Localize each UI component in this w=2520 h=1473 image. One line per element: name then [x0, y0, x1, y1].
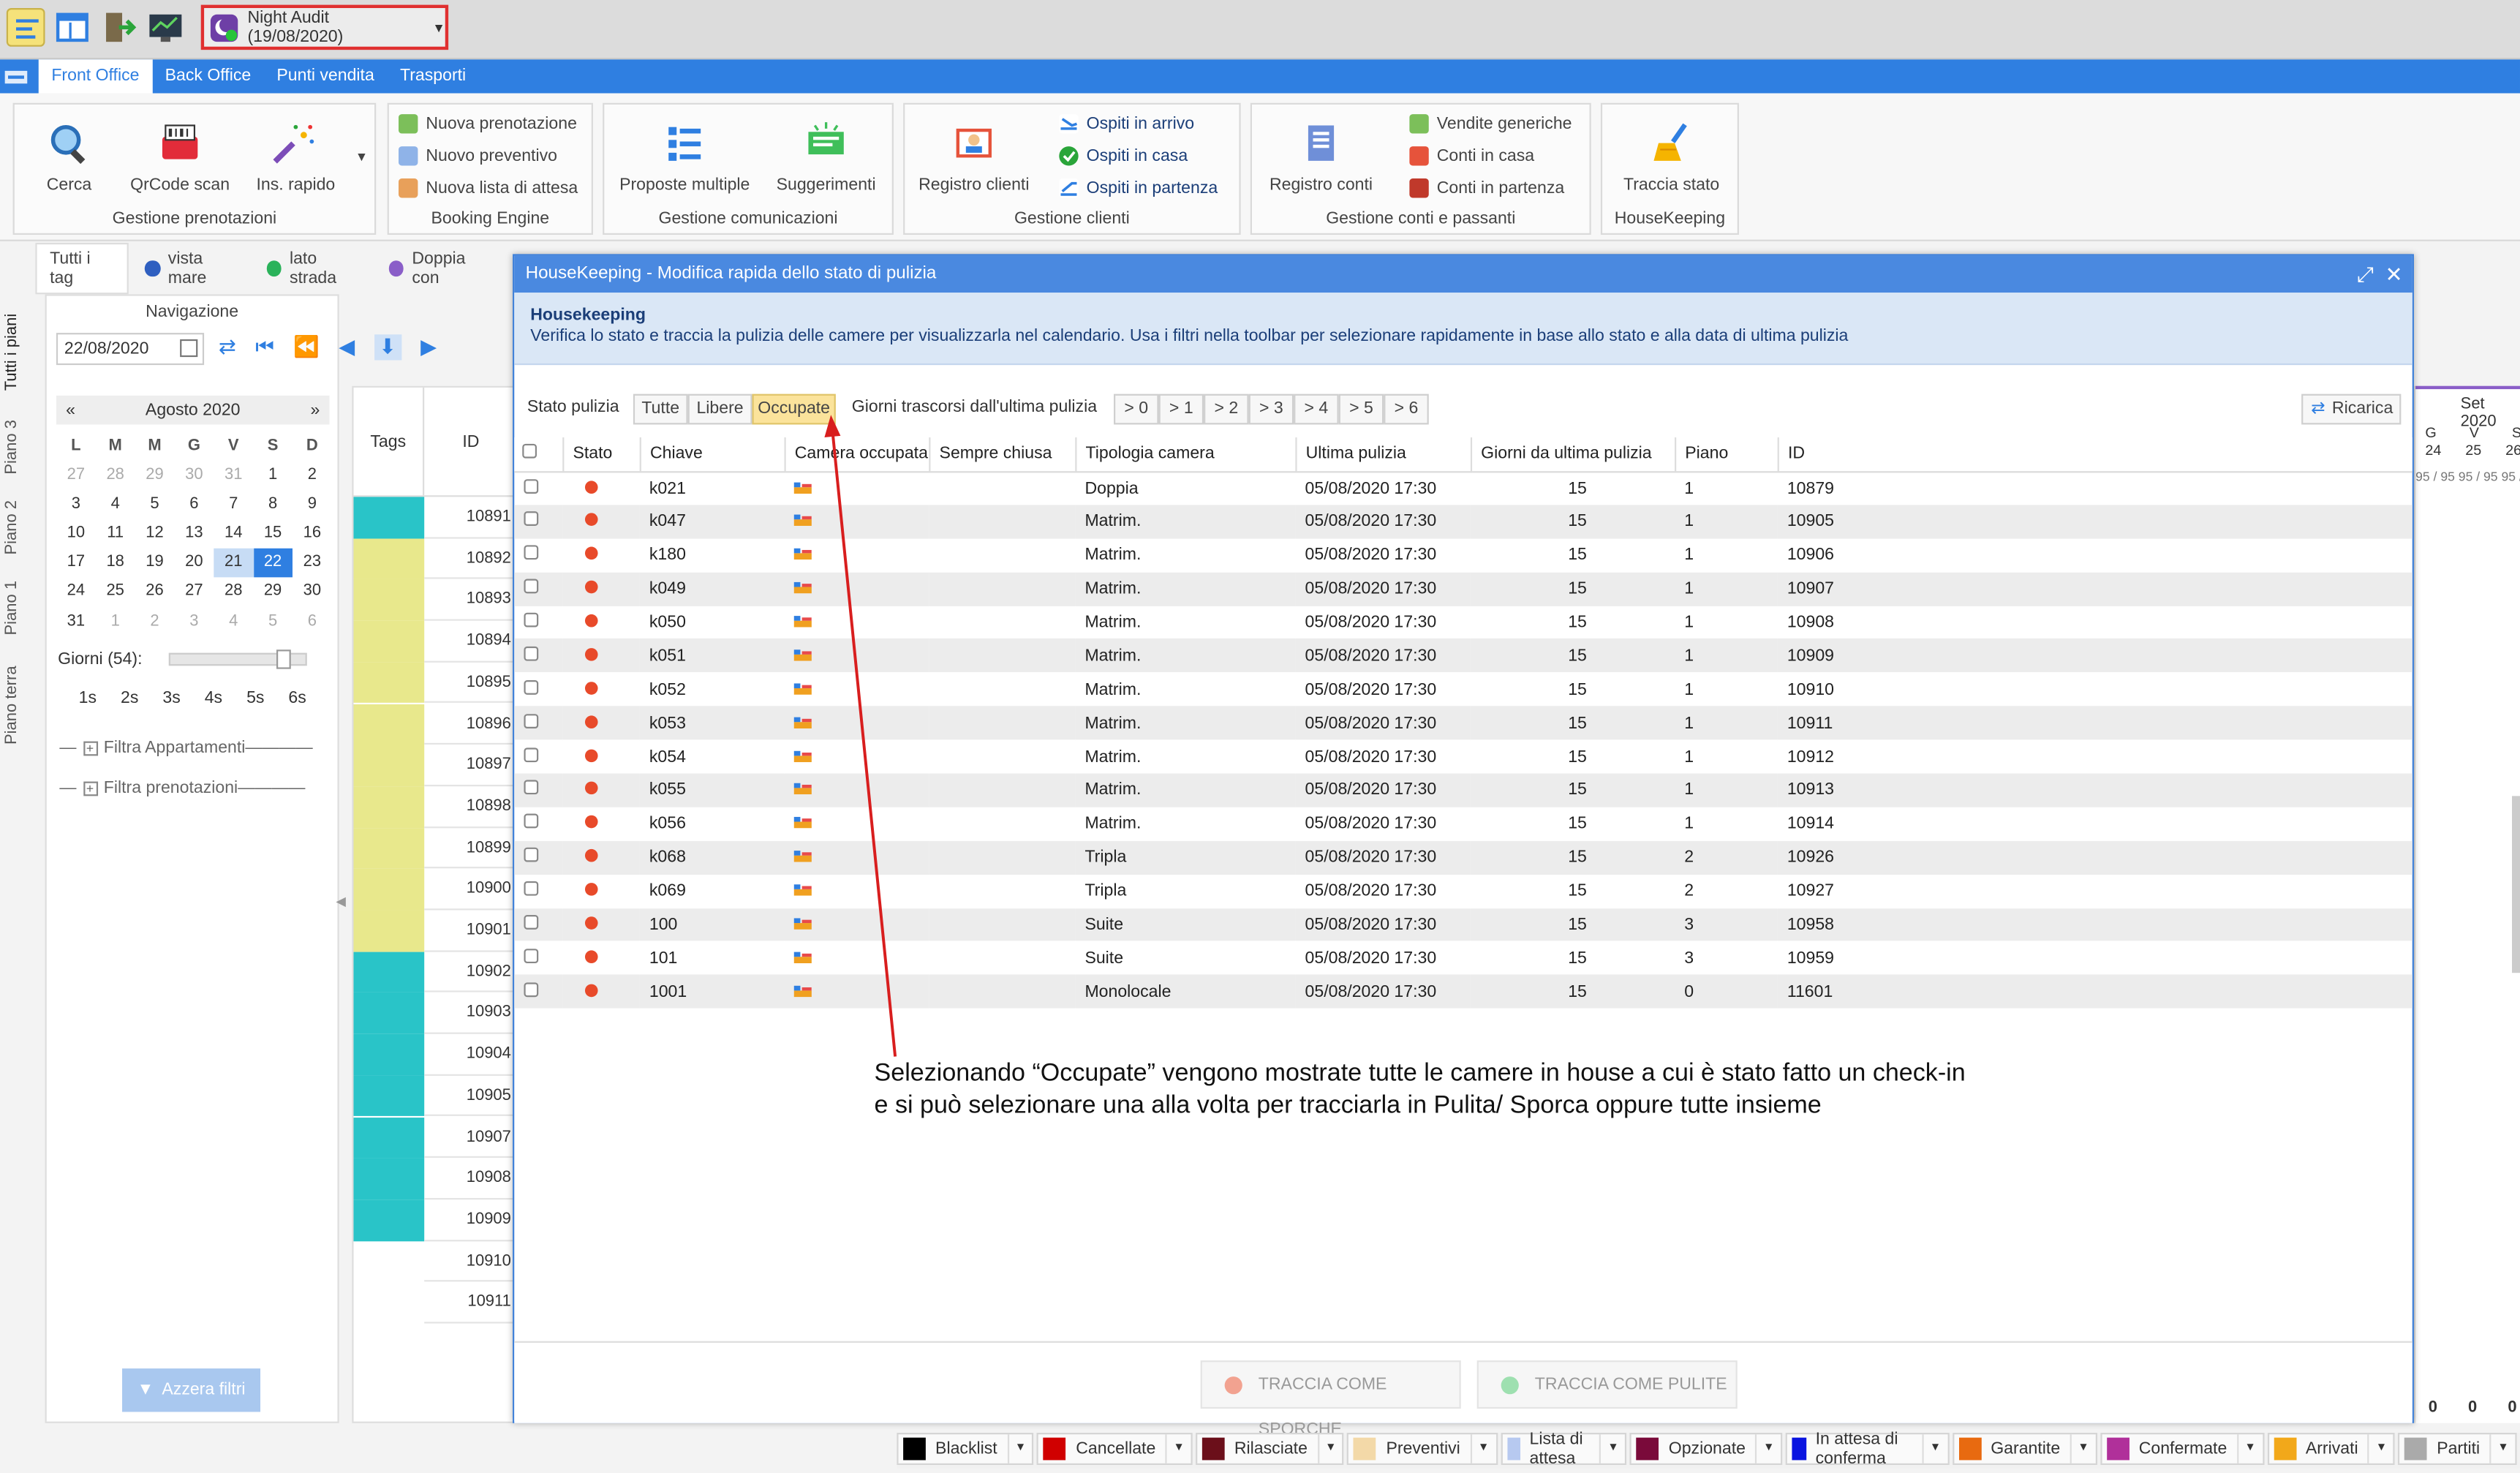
- legend-swatch: [2273, 1437, 2296, 1461]
- legend-item[interactable]: Garantite ▼: [1952, 1433, 2097, 1466]
- chevron-down-icon[interactable]: ▼: [1470, 1434, 1489, 1463]
- legend-swatch: [903, 1437, 926, 1461]
- chevron-down-icon[interactable]: ▼: [1755, 1434, 1774, 1463]
- chevron-down-icon[interactable]: ▼: [1006, 1434, 1026, 1463]
- legend-label: Preventivi: [1386, 1439, 1460, 1459]
- legend-swatch: [1958, 1437, 1982, 1461]
- legend-item[interactable]: Rilasciate ▼: [1196, 1433, 1345, 1466]
- chevron-down-icon[interactable]: ▼: [1317, 1434, 1336, 1463]
- legend-item[interactable]: Partiti ▼: [2398, 1433, 2517, 1466]
- legend-label: Partiti: [2437, 1439, 2481, 1459]
- annotation-line-1: Selezionando “Occupate” vengono mostrate…: [874, 1059, 1966, 1088]
- annotation-arrow: [824, 415, 897, 1057]
- legend-swatch: [2404, 1437, 2428, 1461]
- legend-label: Opzionate: [1668, 1439, 1746, 1459]
- legend-item[interactable]: Blacklist ▼: [897, 1433, 1035, 1466]
- legend-label: Cancellate: [1076, 1439, 1156, 1459]
- legend-label: Garantite: [1991, 1439, 2061, 1459]
- legend-item[interactable]: Preventivi ▼: [1347, 1433, 1498, 1466]
- chevron-down-icon[interactable]: ▼: [2489, 1434, 2509, 1463]
- chevron-down-icon[interactable]: ▼: [1599, 1434, 1619, 1463]
- status-legend: Blacklist ▼ Cancellate ▼ Rilasciate ▼ Preventi…: [897, 1430, 2520, 1469]
- legend-swatch: [1044, 1437, 1067, 1461]
- legend-swatch: [1506, 1437, 1520, 1461]
- legend-item[interactable]: Opzionate ▼: [1630, 1433, 1783, 1466]
- chevron-down-icon[interactable]: ▼: [1165, 1434, 1185, 1463]
- legend-label: Confermate: [2138, 1439, 2227, 1459]
- legend-label: In attesa di conferma: [1815, 1429, 1898, 1469]
- legend-item[interactable]: Lista di attesa ▼: [1500, 1430, 1627, 1468]
- chevron-down-icon[interactable]: ▼: [2367, 1434, 2387, 1463]
- legend-label: Arrivati: [2305, 1439, 2358, 1459]
- legend-swatch: [1636, 1437, 1659, 1461]
- legend-item[interactable]: Cancellate ▼: [1037, 1433, 1193, 1466]
- legend-item[interactable]: Arrivati ▼: [2267, 1433, 2396, 1466]
- legend-item[interactable]: In attesa di conferma ▼: [1785, 1430, 1950, 1468]
- legend-swatch: [1354, 1437, 1377, 1461]
- legend-label: Rilasciate: [1234, 1439, 1308, 1459]
- legend-swatch: [1201, 1437, 1225, 1461]
- legend-label: Lista di attesa: [1529, 1429, 1583, 1469]
- legend-swatch: [2106, 1437, 2129, 1461]
- legend-item[interactable]: Confermate ▼: [2100, 1433, 2264, 1466]
- chevron-down-icon[interactable]: ▼: [1921, 1434, 1941, 1463]
- annotation-text: Selezionando “Occupate” vengono mostrate…: [875, 1058, 2032, 1123]
- legend-label: Blacklist: [935, 1439, 997, 1459]
- legend-swatch: [1792, 1437, 1806, 1461]
- chevron-down-icon[interactable]: ▼: [2070, 1434, 2089, 1463]
- annotation-line-2: e si può selezionare una alla volta per …: [874, 1091, 1822, 1120]
- chevron-down-icon[interactable]: ▼: [2236, 1434, 2256, 1463]
